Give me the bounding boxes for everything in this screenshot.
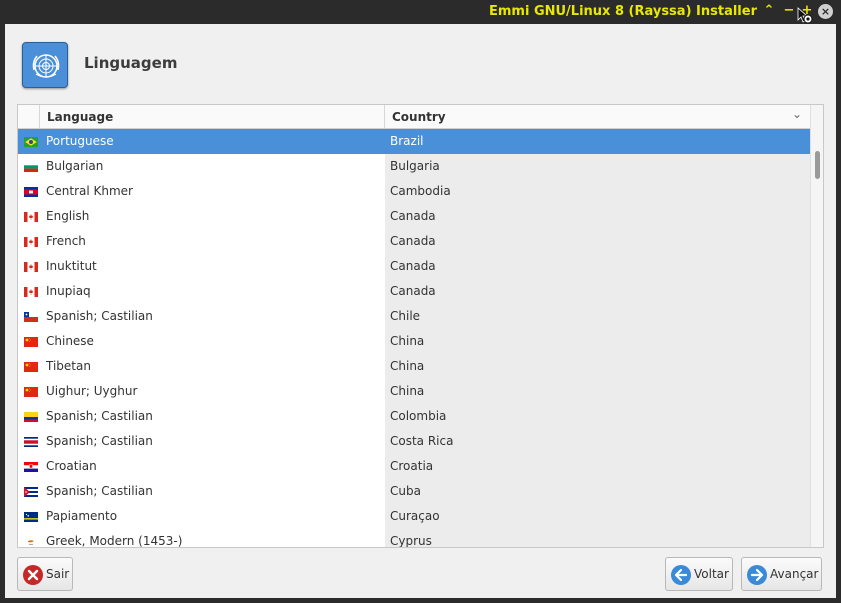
canada-flag-icon (24, 236, 38, 247)
row-language: Uighur; Uyghur (46, 384, 138, 398)
row-country: Croatia (385, 454, 810, 479)
quit-button-label: Sair (46, 567, 70, 581)
row-country: Cambodia (385, 179, 810, 204)
row-language: French (46, 234, 86, 248)
canada-flag-icon (24, 261, 38, 272)
quit-button[interactable]: Sair (17, 557, 73, 591)
row-country: Bulgaria (385, 154, 810, 179)
table-row[interactable]: Spanish; Castilian Costa Rica (18, 429, 810, 454)
row-country: Curaçao (385, 504, 810, 529)
china-flag-icon (24, 361, 38, 372)
row-language: Inupiaq (46, 284, 91, 298)
row-language: Papiamento (46, 509, 118, 523)
row-language: Central Khmer (46, 184, 133, 198)
colombia-flag-icon (24, 411, 38, 422)
table-row[interactable]: Spanish; Castilian Cuba (18, 479, 810, 504)
chile-flag-icon (24, 311, 38, 322)
row-language: Tibetan (46, 359, 91, 373)
row-language: Spanish; Castilian (46, 484, 153, 498)
column-header-country-label: Country (392, 110, 446, 124)
main-content: Linguagem Language Country ⌄ Portuguese B… (5, 24, 836, 598)
language-table[interactable]: Language Country ⌄ Portuguese Brazil Bulga… (17, 104, 824, 548)
page-title: Linguagem (84, 54, 178, 72)
back-button[interactable]: Voltar (665, 557, 733, 591)
table-row[interactable]: Inupiaq Canada (18, 279, 810, 304)
column-header-country[interactable]: Country ⌄ (385, 105, 810, 128)
row-country: Canada (385, 279, 810, 304)
table-row[interactable]: Spanish; Castilian Colombia (18, 404, 810, 429)
mouse-cursor-icon (797, 7, 813, 24)
row-language: Croatian (46, 459, 97, 473)
row-country: Costa Rica (385, 429, 810, 454)
row-language: Spanish; Castilian (46, 409, 153, 423)
table-row[interactable]: English Canada (18, 204, 810, 229)
table-row[interactable]: Greek, Modern (1453-) Cyprus (18, 529, 810, 548)
row-country: Colombia (385, 404, 810, 429)
cuba-flag-icon (24, 486, 38, 497)
flag-column-header (18, 105, 40, 128)
brazil-flag-icon (24, 136, 38, 147)
row-country: Cyprus (385, 529, 810, 547)
bulgaria-flag-icon (24, 161, 38, 172)
row-country: China (385, 354, 810, 379)
row-language: Chinese (46, 334, 94, 348)
row-language: Greek, Modern (1453-) (46, 534, 183, 548)
row-country: Canada (385, 204, 810, 229)
page-header: Linguagem (5, 24, 836, 102)
row-country: China (385, 329, 810, 354)
minimize-button[interactable]: − (781, 3, 797, 19)
next-button-label: Avançar (770, 567, 819, 581)
table-row[interactable]: Central Khmer Cambodia (18, 179, 810, 204)
next-button[interactable]: Avançar (741, 557, 822, 591)
canada-flag-icon (24, 286, 38, 297)
scrollbar-thumb[interactable] (815, 151, 820, 179)
chevron-down-icon[interactable]: ⌄ (792, 107, 802, 121)
title-bar[interactable]: Emmi GNU/Linux 8 (Rayssa) Installer ⌃ − … (0, 0, 841, 24)
back-button-label: Voltar (694, 567, 729, 581)
row-country: Cuba (385, 479, 810, 504)
table-body: Portuguese Brazil Bulgarian Bulgaria Central… (18, 129, 810, 548)
china-flag-icon (24, 386, 38, 397)
costa-rica-flag-icon (24, 436, 38, 447)
column-header-language[interactable]: Language (40, 105, 385, 128)
table-row[interactable]: Portuguese Brazil (18, 129, 810, 154)
table-row[interactable]: Bulgarian Bulgaria (18, 154, 810, 179)
row-language: Portuguese (46, 134, 114, 148)
row-country: China (385, 379, 810, 404)
table-row[interactable]: Spanish; Castilian Chile (18, 304, 810, 329)
back-arrow-icon (671, 565, 691, 585)
un-emblem-icon (22, 42, 68, 88)
footer: Sair Voltar Avançar (5, 554, 836, 598)
row-language: Inuktitut (46, 259, 97, 273)
row-language: Spanish; Castilian (46, 434, 153, 448)
row-language: English (46, 209, 90, 223)
row-language: Bulgarian (46, 159, 104, 173)
table-row[interactable]: Papiamento Curaçao (18, 504, 810, 529)
table-row[interactable]: Inuktitut Canada (18, 254, 810, 279)
table-row[interactable]: Tibetan China (18, 354, 810, 379)
close-button[interactable]: × (818, 4, 833, 19)
row-country: Canada (385, 229, 810, 254)
curacao-flag-icon (24, 511, 38, 522)
cambodia-flag-icon (24, 186, 38, 197)
vertical-scrollbar[interactable] (810, 105, 823, 547)
table-row[interactable]: French Canada (18, 229, 810, 254)
table-row[interactable]: Chinese China (18, 329, 810, 354)
table-header: Language Country ⌄ (18, 105, 810, 129)
window-title: Emmi GNU/Linux 8 (Rayssa) Installer (488, 4, 757, 19)
installer-window: Emmi GNU/Linux 8 (Rayssa) Installer ⌃ − … (0, 0, 841, 603)
table-row[interactable]: Croatian Croatia (18, 454, 810, 479)
row-country: Brazil (385, 129, 810, 154)
quit-icon (23, 565, 43, 585)
croatia-flag-icon (24, 461, 38, 472)
row-country: Chile (385, 304, 810, 329)
china-flag-icon (24, 336, 38, 347)
cyprus-flag-icon (24, 536, 38, 547)
canada-flag-icon (24, 211, 38, 222)
forward-arrow-icon (747, 565, 767, 585)
shade-button[interactable]: ⌃ (761, 3, 777, 19)
table-row[interactable]: Uighur; Uyghur China (18, 379, 810, 404)
row-country: Canada (385, 254, 810, 279)
row-language: Spanish; Castilian (46, 309, 153, 323)
